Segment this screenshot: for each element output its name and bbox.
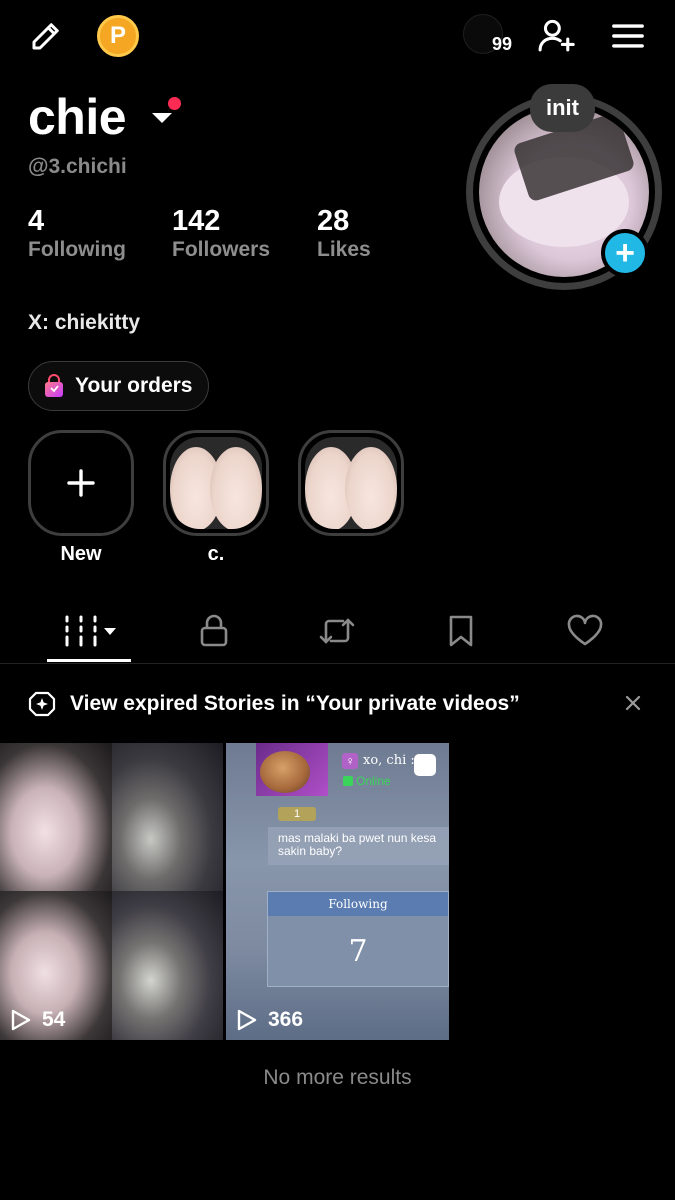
stat-label: Likes bbox=[317, 238, 371, 261]
stat-label: Following bbox=[28, 238, 126, 261]
stat-label: Followers bbox=[172, 238, 271, 261]
active-tab-indicator bbox=[47, 659, 131, 662]
highlight-thumbnail bbox=[305, 437, 397, 529]
view-count-text: 54 bbox=[42, 1008, 66, 1031]
level-text: 1 bbox=[293, 808, 301, 820]
account-switch-dropdown[interactable] bbox=[148, 97, 188, 135]
stat-value: 142 bbox=[172, 205, 221, 237]
tab-videos[interactable] bbox=[47, 600, 131, 662]
menu-icon[interactable] bbox=[610, 18, 646, 54]
multi-photo-icon bbox=[414, 754, 436, 776]
live-dot-icon bbox=[168, 97, 181, 110]
overlay-message: mas malaki ba pwet nun kesa sakin baby? bbox=[268, 827, 449, 865]
view-count-text: 366 bbox=[268, 1008, 304, 1031]
tab-private[interactable] bbox=[184, 600, 244, 662]
online-check-icon bbox=[343, 776, 353, 786]
edit-pencil-icon[interactable] bbox=[26, 16, 66, 56]
grid-icon bbox=[65, 615, 116, 647]
tabs-divider bbox=[0, 663, 675, 664]
highlight-item[interactable] bbox=[163, 430, 269, 536]
tab-reposts[interactable] bbox=[307, 600, 367, 662]
coins-icon[interactable]: P bbox=[97, 15, 139, 57]
your-orders-label: Your orders bbox=[75, 374, 193, 397]
following-card-label: Following bbox=[268, 892, 448, 916]
new-highlight-button[interactable] bbox=[28, 430, 134, 536]
chevron-down-icon bbox=[152, 113, 172, 123]
bio-text: X: chiekitty bbox=[28, 311, 141, 334]
heart-icon bbox=[567, 614, 603, 646]
stat-value: 4 bbox=[28, 205, 45, 237]
notifications-button[interactable]: 99 bbox=[463, 14, 523, 58]
shopping-bag-icon bbox=[45, 374, 63, 397]
highlight-label: c. bbox=[207, 543, 225, 565]
plus-icon bbox=[67, 469, 95, 497]
bookmark-icon bbox=[449, 615, 473, 647]
overlay-status: Online bbox=[356, 774, 391, 788]
close-banner-icon[interactable] bbox=[622, 692, 644, 714]
display-name: chie bbox=[28, 89, 127, 145]
stat-likes[interactable]: 28 Likes bbox=[317, 205, 371, 262]
highlight-thumbnail bbox=[170, 437, 262, 529]
no-more-results: No more results bbox=[263, 1066, 412, 1089]
overlay-message-text: mas malaki ba pwet nun kesa sakin baby? bbox=[278, 831, 437, 858]
banner-text: View expired Stories in “Your private vi… bbox=[70, 692, 520, 715]
username-handle: @3.chichi bbox=[28, 155, 127, 178]
highlight-label: New bbox=[60, 543, 102, 565]
add-friend-icon[interactable] bbox=[536, 16, 578, 56]
notification-count: 99 bbox=[492, 34, 513, 54]
stat-following[interactable]: 4 Following bbox=[28, 205, 126, 262]
overlay-username: xo, chi : bbox=[363, 753, 415, 768]
gender-icon: ♀ bbox=[342, 753, 358, 769]
view-count: 54 bbox=[10, 1008, 65, 1032]
expired-stories-banner[interactable]: View expired Stories in “Your private vi… bbox=[28, 688, 648, 720]
tab-liked[interactable] bbox=[555, 600, 615, 662]
your-orders-button[interactable]: Your orders bbox=[28, 361, 210, 411]
play-icon bbox=[237, 1009, 257, 1031]
add-story-plus-icon[interactable]: + bbox=[601, 229, 649, 277]
lock-icon bbox=[200, 614, 228, 647]
play-icon bbox=[11, 1009, 31, 1031]
following-card: Following 7 bbox=[267, 891, 449, 987]
avatar-note-bubble[interactable]: init bbox=[530, 84, 595, 132]
tab-favorites[interactable] bbox=[431, 600, 491, 662]
highlight-item[interactable] bbox=[298, 430, 404, 536]
video-thumbnail[interactable]: 54 bbox=[0, 743, 223, 1040]
level-badge: 1 bbox=[278, 807, 316, 821]
following-card-value: 7 bbox=[348, 934, 368, 969]
story-sparkle-icon bbox=[28, 691, 56, 717]
stat-followers[interactable]: 142 Followers bbox=[172, 205, 270, 262]
repost-icon bbox=[319, 618, 355, 644]
video-thumbnail[interactable]: ♀ xo, chi : Online 1 mas malaki ba pwet … bbox=[226, 743, 449, 1040]
stat-value: 28 bbox=[317, 205, 350, 237]
view-count: 366 bbox=[236, 1008, 303, 1032]
